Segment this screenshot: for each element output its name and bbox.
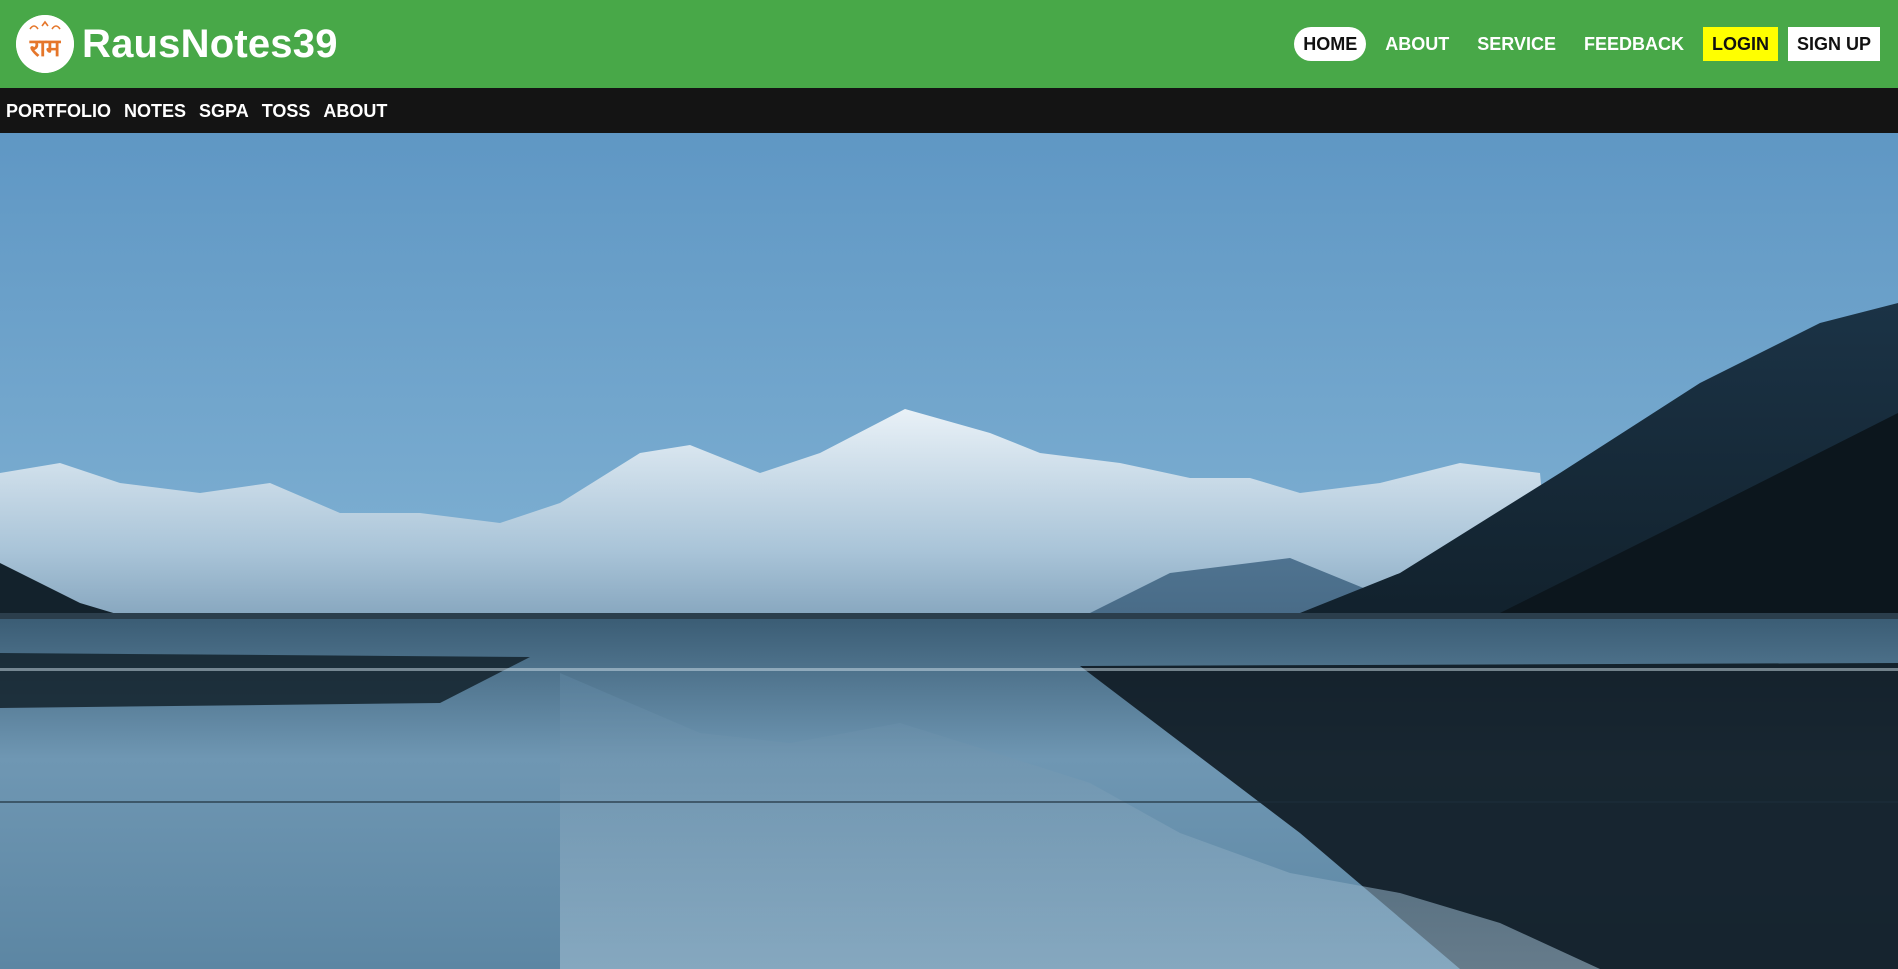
mountain-lake-landscape — [0, 133, 1898, 969]
secondary-navbar: PORTFOLIO NOTES SGPA TOSS ABOUT — [0, 88, 1898, 133]
logo-glyph: राम — [29, 34, 62, 62]
brand-name[interactable]: RausNotes39 — [82, 22, 338, 67]
nav-home[interactable]: HOME — [1294, 27, 1367, 61]
top-nav: HOME ABOUT SERVICE FEEDBACK LOGIN SIGN U… — [1294, 27, 1880, 61]
top-navbar: राम RausNotes39 HOME ABOUT SERVICE FEEDB… — [0, 0, 1898, 88]
subnav-sgpa[interactable]: SGPA — [193, 100, 256, 122]
subnav-about[interactable]: ABOUT — [317, 100, 394, 122]
hero-image — [0, 133, 1898, 969]
nav-feedback[interactable]: FEEDBACK — [1575, 27, 1693, 61]
login-button[interactable]: LOGIN — [1702, 27, 1778, 61]
nav-about[interactable]: ABOUT — [1376, 27, 1458, 61]
nav-service[interactable]: SERVICE — [1468, 27, 1565, 61]
subnav-toss[interactable]: TOSS — [256, 100, 318, 122]
brand[interactable]: राम RausNotes39 — [16, 15, 338, 73]
subnav-notes[interactable]: NOTES — [118, 100, 193, 122]
subnav-portfolio[interactable]: PORTFOLIO — [0, 100, 118, 122]
signup-button[interactable]: SIGN UP — [1787, 27, 1880, 61]
ram-logo-icon[interactable]: राम — [16, 15, 74, 73]
